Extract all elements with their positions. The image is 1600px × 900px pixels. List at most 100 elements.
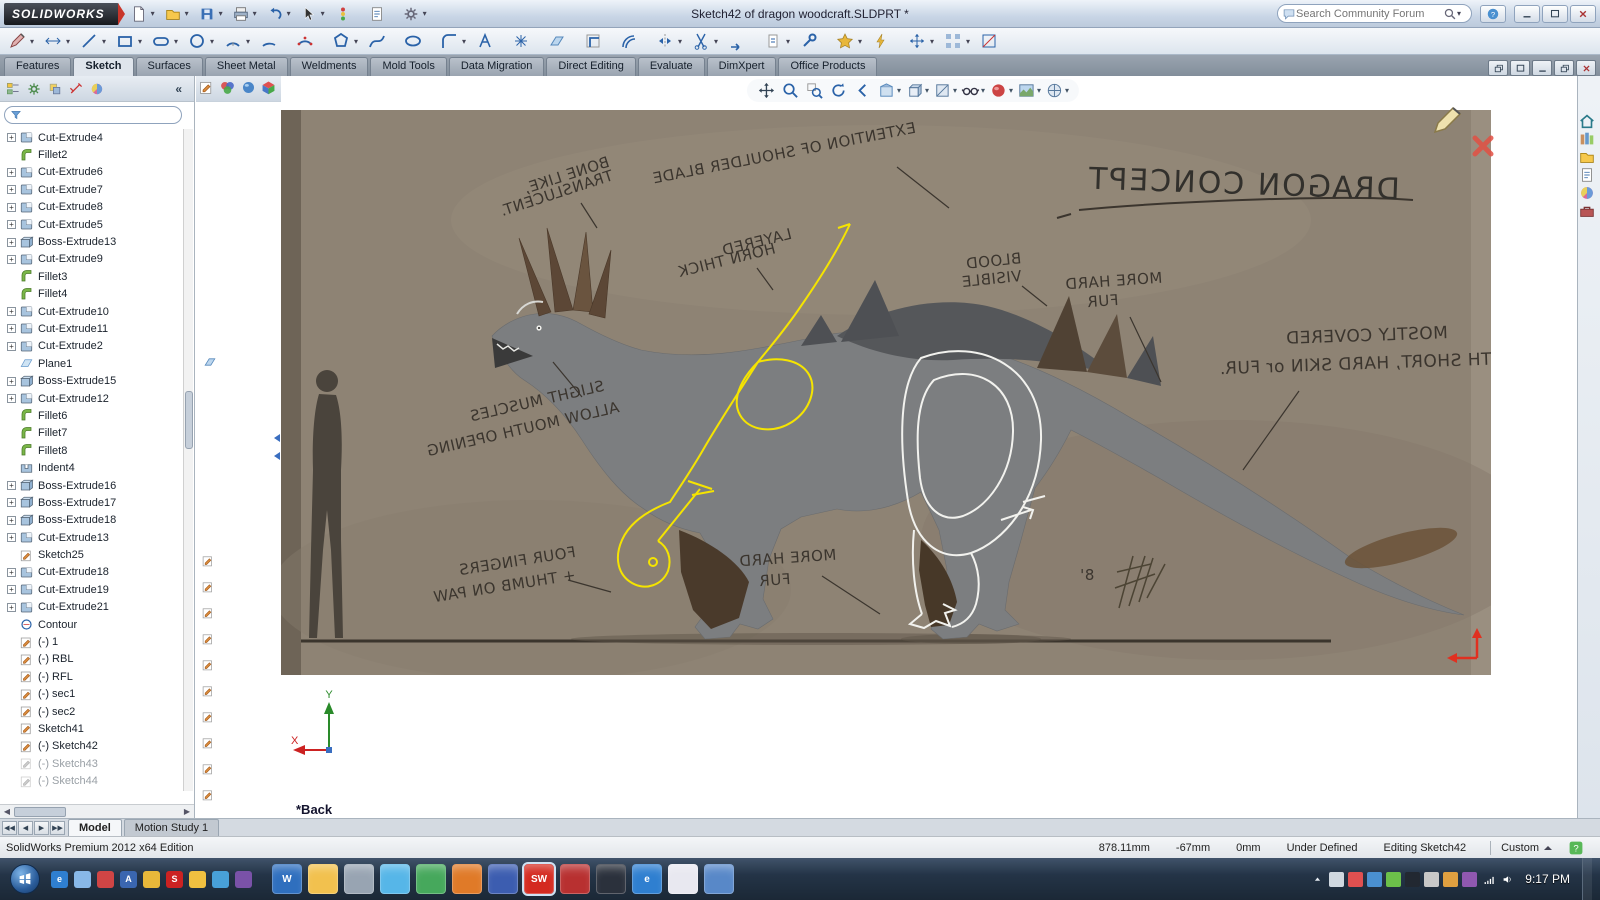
- expand-toggle[interactable]: +: [7, 254, 16, 264]
- sketch-tool-button[interactable]: [869, 29, 893, 53]
- tree-item[interactable]: + Boss-Extrude17: [0, 494, 183, 511]
- sketch-tool-button[interactable]: [113, 29, 137, 53]
- expand-toggle[interactable]: [7, 655, 16, 664]
- expand-toggle[interactable]: +: [7, 202, 16, 212]
- task-pane-tab[interactable]: [1578, 130, 1600, 148]
- dropdown-caret-icon[interactable]: ▾: [1065, 86, 1069, 95]
- sketch-tool-button[interactable]: [653, 29, 677, 53]
- expand-toggle[interactable]: [7, 638, 16, 647]
- dropdown-caret-icon[interactable]: ▾: [1037, 86, 1041, 95]
- expand-toggle[interactable]: +: [7, 341, 16, 351]
- flyout-button[interactable]: [240, 79, 259, 98]
- tree-filter[interactable]: [4, 106, 182, 124]
- flyout-button[interactable]: [198, 79, 217, 98]
- help-button[interactable]: ?: [1480, 4, 1506, 23]
- tray-expand-icon[interactable]: [1310, 872, 1325, 887]
- tree-item[interactable]: + Boss-Extrude15: [0, 372, 183, 389]
- expand-toggle[interactable]: [7, 272, 16, 281]
- task-pane-tab[interactable]: [1578, 184, 1600, 202]
- expand-toggle[interactable]: [7, 290, 16, 299]
- tree-item[interactable]: + Cut-Extrude18: [0, 564, 183, 581]
- sketch-tool-button[interactable]: [473, 29, 497, 53]
- titlebar-tool-button[interactable]: [162, 3, 184, 25]
- scroll-right-arrow[interactable]: ▶: [180, 806, 194, 818]
- tree-horizontal-scrollbar[interactable]: ◀ ▶: [0, 804, 194, 818]
- task-pane-tab[interactable]: [1578, 202, 1600, 220]
- scrollbar-thumb[interactable]: [14, 806, 66, 817]
- titlebar-tool-button[interactable]: [196, 3, 218, 25]
- expand-toggle[interactable]: [7, 411, 16, 420]
- tree-item[interactable]: Sketch25: [0, 546, 183, 563]
- sketch-marker-icon[interactable]: [201, 762, 215, 776]
- headsup-tool-button[interactable]: ▾: [1045, 81, 1069, 100]
- expand-toggle[interactable]: [7, 464, 16, 473]
- task-pane-tab[interactable]: [1578, 148, 1600, 166]
- tree-item[interactable]: + Cut-Extrude6: [0, 164, 183, 181]
- tab-scroll-left[interactable]: ◀: [18, 820, 33, 835]
- task-pane-tab[interactable]: [1578, 166, 1600, 184]
- expand-toggle[interactable]: +: [7, 376, 16, 386]
- expand-toggle[interactable]: +: [7, 567, 16, 577]
- taskbar-app-icon[interactable]: [380, 864, 410, 894]
- sketch-tool-button[interactable]: [77, 29, 101, 53]
- dropdown-caret-icon[interactable]: ▾: [354, 37, 362, 46]
- tree-item[interactable]: (-) RBL: [0, 651, 183, 668]
- tab-scroll-last[interactable]: ▶▶: [50, 820, 65, 835]
- sketch-tool-button[interactable]: [41, 29, 65, 53]
- sketch-tool-button[interactable]: [365, 29, 389, 53]
- dropdown-caret-icon[interactable]: ▾: [253, 9, 261, 18]
- sketch-tool-button[interactable]: [149, 29, 173, 53]
- expand-toggle[interactable]: +: [7, 167, 16, 177]
- volume-icon[interactable]: [1500, 872, 1515, 887]
- sketch-marker-icon[interactable]: [201, 788, 215, 802]
- tree-item[interactable]: Fillet7: [0, 425, 183, 442]
- sketch-marker-icon[interactable]: [201, 632, 215, 646]
- sketch-marker-icon[interactable]: [201, 736, 215, 750]
- taskbar-app-icon[interactable]: [416, 864, 446, 894]
- tree-filter-input[interactable]: [22, 109, 176, 121]
- sketch-tool-button[interactable]: [617, 29, 641, 53]
- doc-cascade-button[interactable]: [1488, 60, 1508, 76]
- tree-item[interactable]: + Cut-Extrude10: [0, 303, 183, 320]
- expand-toggle[interactable]: +: [7, 133, 16, 143]
- dropdown-caret-icon[interactable]: ▾: [678, 37, 686, 46]
- tray-icon[interactable]: [1329, 871, 1345, 887]
- dropdown-caret-icon[interactable]: ▾: [981, 86, 985, 95]
- tree-item[interactable]: Fillet3: [0, 268, 183, 285]
- tree-item[interactable]: Fillet2: [0, 146, 183, 163]
- expand-toggle[interactable]: [7, 690, 16, 699]
- tree-item[interactable]: + Cut-Extrude2: [0, 338, 183, 355]
- sketch-tool-button[interactable]: [509, 29, 533, 53]
- tree-item[interactable]: Fillet6: [0, 407, 183, 424]
- dropdown-caret-icon[interactable]: ▾: [953, 86, 957, 95]
- tree-item[interactable]: + Cut-Extrude13: [0, 529, 183, 546]
- panel-tab[interactable]: [3, 79, 23, 99]
- taskbar-app-icon[interactable]: [560, 864, 590, 894]
- sketch-tool-button[interactable]: [977, 29, 1001, 53]
- tree-item[interactable]: + Cut-Extrude12: [0, 390, 183, 407]
- task-pane-tab[interactable]: [1578, 112, 1600, 130]
- tray-icon[interactable]: [1462, 871, 1478, 887]
- sketch-tool-button[interactable]: [545, 29, 569, 53]
- expand-toggle[interactable]: +: [7, 602, 16, 612]
- dropdown-caret-icon[interactable]: ▾: [925, 86, 929, 95]
- tree-item[interactable]: + Cut-Extrude9: [0, 251, 183, 268]
- tab-scroll-first[interactable]: ◀◀: [2, 820, 17, 835]
- expand-toggle[interactable]: +: [7, 481, 16, 490]
- scrollbar-thumb[interactable]: [185, 391, 193, 449]
- flyout-button[interactable]: [219, 79, 238, 98]
- expand-toggle[interactable]: [7, 429, 16, 438]
- quick-launch-icon[interactable]: [97, 870, 114, 888]
- taskbar-app-icon[interactable]: e: [632, 864, 662, 894]
- tree-item[interactable]: Indent4: [0, 459, 183, 476]
- accept-sketch-button[interactable]: [1431, 104, 1465, 136]
- tray-icon[interactable]: [1443, 871, 1459, 887]
- headsup-tool-button[interactable]: ▾: [961, 81, 985, 100]
- sketch-marker-icon[interactable]: [201, 684, 215, 698]
- dropdown-caret-icon[interactable]: ▾: [138, 37, 146, 46]
- titlebar-tool-button[interactable]: [230, 3, 252, 25]
- dropdown-caret-icon[interactable]: ▾: [30, 37, 38, 46]
- dropdown-caret-icon[interactable]: ▾: [219, 9, 227, 18]
- tree-item[interactable]: (-) RFL: [0, 668, 183, 685]
- tree-item[interactable]: + Boss-Extrude13: [0, 233, 183, 250]
